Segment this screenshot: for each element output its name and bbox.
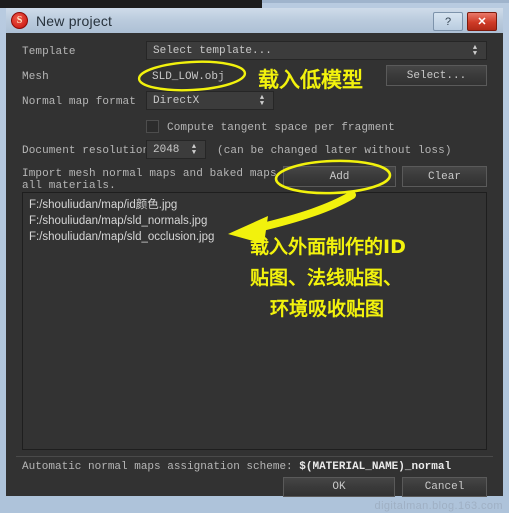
watermark: digitalman.blog.163.com <box>374 500 503 512</box>
auto-normal-scheme-value: $(MATERIAL_NAME)_normal <box>299 461 452 473</box>
document-resolution-label: Document resolution <box>22 145 150 157</box>
divider <box>16 456 493 457</box>
normal-map-format-label: Normal map format <box>22 96 136 108</box>
chevron-updown-icon[interactable]: ▲ ▼ <box>255 94 269 107</box>
close-button[interactable]: ✕ <box>467 12 497 31</box>
import-maps-desc-line2: all materials. <box>22 180 116 192</box>
mesh-select-button[interactable]: Select... <box>386 65 487 86</box>
clear-maps-button[interactable]: Clear <box>402 166 487 187</box>
mesh-value: SLD_LOW.obj <box>152 71 225 83</box>
add-maps-button[interactable]: Add <box>283 166 396 187</box>
new-project-dialog: Template Select template... ▲ ▼ Mesh SLD_… <box>6 33 503 497</box>
list-item[interactable]: F:/shouliudan/map/sld_occlusion.jpg <box>29 229 486 245</box>
compute-tangent-checkbox[interactable] <box>146 120 159 133</box>
chevron-updown-icon[interactable]: ▲ ▼ <box>468 44 482 57</box>
template-dropdown[interactable]: Select template... ▲ ▼ <box>146 41 487 60</box>
help-button[interactable]: ? <box>433 12 463 31</box>
document-resolution-dropdown[interactable]: 2048 ▲ ▼ <box>146 140 206 159</box>
window-title: New project <box>36 12 113 29</box>
cancel-button[interactable]: Cancel <box>402 477 487 497</box>
normal-map-format-dropdown[interactable]: DirectX ▲ ▼ <box>146 91 274 110</box>
desktop-background-strip <box>0 0 262 8</box>
title-bar: S New project ? ✕ <box>6 8 503 33</box>
normal-map-format-value: DirectX <box>153 94 200 107</box>
template-value: Select template... <box>153 44 272 57</box>
list-item[interactable]: F:/shouliudan/map/id颜色.jpg <box>29 197 486 213</box>
window-chrome: S New project ? ✕ Template Select templa… <box>0 0 509 513</box>
document-resolution-hint: (can be changed later without loss) <box>217 145 452 157</box>
ok-button[interactable]: OK <box>283 477 395 497</box>
auto-normal-scheme-label: Automatic normal maps assignation scheme… <box>22 461 293 473</box>
substance-painter-icon: S <box>11 12 28 29</box>
chevron-updown-icon[interactable]: ▲ ▼ <box>187 143 201 156</box>
compute-tangent-label: Compute tangent space per fragment <box>167 122 395 134</box>
import-maps-desc-line1: Import mesh normal maps and baked maps f… <box>22 168 304 180</box>
auto-normal-scheme: Automatic normal maps assignation scheme… <box>22 461 451 473</box>
desktop-background-strip-right <box>262 0 509 3</box>
imported-maps-list[interactable]: F:/shouliudan/map/id颜色.jpg F:/shouliudan… <box>22 192 487 450</box>
template-label: Template <box>22 46 76 58</box>
mesh-label: Mesh <box>22 71 49 83</box>
dialog-content: Template Select template... ▲ ▼ Mesh SLD_… <box>6 33 503 497</box>
list-item[interactable]: F:/shouliudan/map/sld_normals.jpg <box>29 213 486 229</box>
document-resolution-value: 2048 <box>153 143 180 156</box>
